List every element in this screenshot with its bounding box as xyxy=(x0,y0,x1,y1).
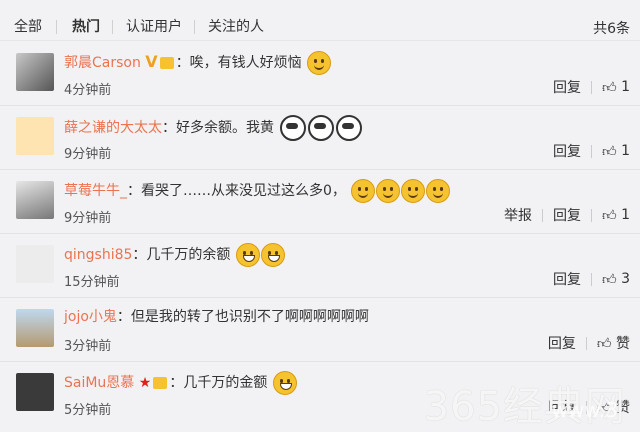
comment-time: 9分钟前 xyxy=(64,211,112,226)
comment-time: 15分钟前 xyxy=(64,275,120,290)
comment-text: ：几千万的金额 xyxy=(169,375,268,391)
comment-text: ：看哭了……从来没见过这么多0， xyxy=(127,183,346,199)
dog-emoji-icon xyxy=(280,115,307,141)
like-count[interactable]: 1 xyxy=(621,207,630,223)
avatar[interactable] xyxy=(16,373,54,411)
sad-face-emoji-icon xyxy=(351,179,376,203)
report-button[interactable]: 举报 xyxy=(504,205,532,225)
comment-item: SaiMu恩慕 ★ ：几千万的金额 5分钟前 回复 👍︎ 赞 xyxy=(0,361,640,425)
tab-hot[interactable]: 热门 xyxy=(72,18,100,36)
like-count[interactable]: 3 xyxy=(621,271,630,287)
thumbs-up-icon[interactable]: 👍︎ xyxy=(602,207,617,224)
divider xyxy=(590,144,592,158)
troubled-face-emoji-icon xyxy=(307,51,332,75)
username[interactable]: qingshi85 xyxy=(64,247,132,263)
comment-time: 3分钟前 xyxy=(64,339,112,354)
username[interactable]: 郭晨Carson xyxy=(64,55,141,71)
comment-item: 薛之谦的大太太：好多余额。我黄 9分钟前 回复 👍︎ 1 xyxy=(0,105,640,170)
username[interactable]: jojo小鬼 xyxy=(64,309,117,325)
comment-tabs: 全部 热门 认证用户 关注的人 共6条 xyxy=(0,0,640,41)
sad-face-emoji-icon xyxy=(376,179,401,203)
divider xyxy=(590,208,592,222)
comment-text: ：好多余额。我黄 xyxy=(162,120,274,136)
grin-face-emoji-icon xyxy=(235,243,260,267)
username[interactable]: SaiMu恩慕 xyxy=(64,375,134,391)
tab-divider xyxy=(56,20,57,34)
tab-divider xyxy=(112,20,113,34)
like-count[interactable]: 1 xyxy=(621,143,630,159)
dog-emoji-icon xyxy=(336,115,363,141)
verified-v-icon: V xyxy=(145,52,158,71)
tab-all[interactable]: 全部 xyxy=(14,18,42,36)
vip-crown-icon xyxy=(159,57,174,69)
comment-item: qingshi85：几千万的余额 15分钟前 回复 👍︎ 3 xyxy=(0,233,640,298)
reply-button[interactable]: 回复 xyxy=(553,205,581,225)
divider xyxy=(541,208,543,222)
dog-emoji-icon xyxy=(308,115,335,141)
thumbs-up-icon[interactable]: 👍︎ xyxy=(597,399,612,416)
avatar[interactable] xyxy=(16,181,54,219)
divider xyxy=(590,272,592,286)
thumbs-up-icon[interactable]: 👍︎ xyxy=(602,271,617,288)
like-button[interactable]: 赞 xyxy=(616,333,630,353)
like-button[interactable]: 赞 xyxy=(616,397,630,417)
comment-item: 郭晨Carson V ：唉，有钱人好烦恼 4分钟前 回复 👍︎ 1 xyxy=(0,41,640,106)
comment-time: 9分钟前 xyxy=(64,147,112,162)
sad-face-emoji-icon xyxy=(426,179,451,203)
avatar[interactable] xyxy=(16,245,54,283)
tab-divider xyxy=(194,20,195,34)
comment-text: ：但是我的转了也识别不了啊啊啊啊啊啊 xyxy=(116,309,369,325)
username[interactable]: 草莓牛牛_ xyxy=(64,183,127,199)
comment-text: ：唉，有钱人好烦恼 xyxy=(175,55,302,71)
reply-button[interactable]: 回复 xyxy=(553,269,581,289)
star-icon: ★ xyxy=(138,375,152,391)
vip-crown-icon xyxy=(153,377,168,389)
divider xyxy=(585,336,587,350)
divider xyxy=(590,80,592,94)
comment-text: ：几千万的余额 xyxy=(132,247,231,263)
avatar[interactable] xyxy=(16,117,54,155)
reply-button[interactable]: 回复 xyxy=(548,397,576,417)
comment-item: 草莓牛牛_：看哭了……从来没见过这么多0， 9分钟前 举报 回复 👍︎ 1 xyxy=(0,169,640,234)
reply-button[interactable]: 回复 xyxy=(553,77,581,97)
tab-verified-users[interactable]: 认证用户 xyxy=(126,18,182,36)
comment-time: 4分钟前 xyxy=(64,83,112,98)
thumbs-up-icon[interactable]: 👍︎ xyxy=(602,143,617,160)
thumbs-up-icon[interactable]: 👍︎ xyxy=(602,79,617,96)
comment-count: 共6条 xyxy=(593,21,630,37)
avatar[interactable] xyxy=(16,309,54,347)
sad-face-emoji-icon xyxy=(401,179,426,203)
username[interactable]: 薛之谦的大太太 xyxy=(64,120,162,136)
reply-button[interactable]: 回复 xyxy=(548,333,576,353)
grin-face-emoji-icon xyxy=(272,371,297,395)
grin-face-emoji-icon xyxy=(260,243,285,267)
tab-following[interactable]: 关注的人 xyxy=(208,18,264,36)
avatar[interactable] xyxy=(16,53,54,91)
reply-button[interactable]: 回复 xyxy=(553,141,581,161)
comment-time: 5分钟前 xyxy=(64,403,112,418)
thumbs-up-icon[interactable]: 👍︎ xyxy=(597,335,612,352)
comment-item: jojo小鬼：但是我的转了也识别不了啊啊啊啊啊啊 3分钟前 回复 👍︎ 赞 xyxy=(0,297,640,362)
like-count[interactable]: 1 xyxy=(621,79,630,95)
divider xyxy=(585,400,587,414)
